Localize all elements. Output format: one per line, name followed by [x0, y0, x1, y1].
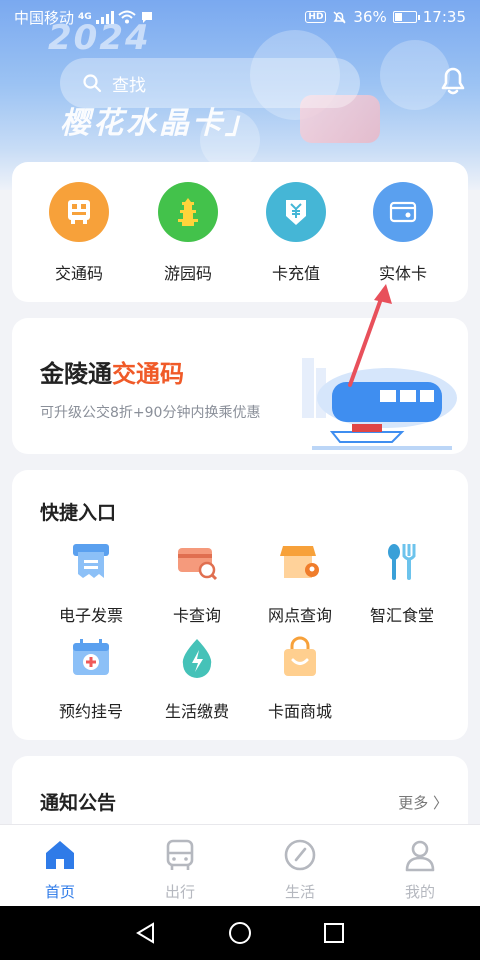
- shortcut-label: 卡查询: [172, 606, 221, 625]
- chat-icon: [141, 12, 152, 23]
- shortcut-card-mall[interactable]: 卡面商城: [245, 636, 355, 722]
- shortcut-label: 智汇食堂: [369, 606, 434, 625]
- quick-action-physical-card[interactable]: 实体卡: [353, 182, 453, 284]
- tab-life[interactable]: 生活: [240, 825, 360, 906]
- profile-icon: [405, 840, 435, 872]
- tab-home[interactable]: 首页: [0, 825, 120, 906]
- shortcut-label: 卡面商城: [267, 702, 332, 721]
- tab-label: 出行: [164, 883, 195, 901]
- home-circle-icon[interactable]: [228, 921, 252, 945]
- transit-code-promo-card[interactable]: 金陵通交通码 可升级公交8折+90分钟内换乘优惠: [12, 318, 468, 454]
- search-placeholder: 查找: [112, 75, 146, 96]
- physical-card-icon: [373, 182, 433, 242]
- signal-icon: [95, 10, 114, 24]
- dining-icon: [388, 544, 416, 580]
- compass-icon: [284, 839, 316, 871]
- clock: 17:35: [422, 8, 466, 26]
- shortcut-card: 快捷入口 电子发票 卡查询 网点查询 智汇食堂 预约挂号 生活缴费 卡面商城: [12, 470, 468, 740]
- shortcut-label: 生活缴费: [164, 702, 229, 721]
- quick-action-label: 交通码: [54, 264, 103, 283]
- bottom-tab-bar: 首页 出行 生活 我的: [0, 824, 480, 906]
- promo-title-prefix: 金陵通: [40, 360, 112, 388]
- mute-bell-icon: [333, 10, 346, 24]
- shortcut-e-invoice[interactable]: 电子发票: [36, 540, 146, 626]
- notice-title: 通知公告: [40, 792, 117, 814]
- shortcut-hospital-appointment[interactable]: 预约挂号: [36, 636, 146, 722]
- shopping-bag-icon: [284, 636, 316, 676]
- shortcut-label: 预约挂号: [58, 702, 123, 721]
- more-link[interactable]: 更多 〉: [398, 792, 448, 813]
- recents-icon[interactable]: [323, 922, 345, 944]
- promo-subtitle: 可升级公交8折+90分钟内换乘优惠: [40, 405, 261, 421]
- store-location-icon: [280, 546, 319, 578]
- promo-title: 金陵通交通码: [40, 354, 184, 389]
- status-bar: 中国移动 4G HD 36% 17:35: [0, 0, 480, 34]
- tab-label: 生活: [284, 883, 315, 901]
- shortcut-utility-payment[interactable]: 生活缴费: [142, 636, 252, 722]
- tab-travel[interactable]: 出行: [120, 825, 240, 906]
- quick-action-label: 实体卡: [378, 264, 427, 283]
- bus-ferry-illustration: [302, 358, 457, 450]
- card-search-icon: [178, 548, 218, 581]
- bus-qr-icon: [49, 182, 109, 242]
- utility-bill-icon: [182, 639, 212, 678]
- shortcut-label: 电子发票: [58, 606, 123, 625]
- network-type: 4G: [78, 12, 92, 22]
- tab-label: 我的: [404, 883, 435, 901]
- bus-icon: [166, 839, 194, 870]
- quick-action-label: 游园码: [163, 264, 212, 283]
- promo-title-highlight: 交通码: [112, 360, 184, 388]
- quick-actions-card: 交通码 游园码 卡充值 实体卡: [12, 162, 468, 302]
- shortcut-smart-canteen[interactable]: 智汇食堂: [347, 540, 457, 626]
- notification-bell-icon[interactable]: [436, 62, 470, 98]
- quick-action-transit-code[interactable]: 交通码: [29, 182, 129, 284]
- yen-recharge-icon: [266, 182, 326, 242]
- pagoda-icon: [158, 182, 218, 242]
- tab-profile[interactable]: 我的: [360, 825, 480, 906]
- back-icon[interactable]: [135, 922, 157, 944]
- battery-icon: [392, 11, 420, 23]
- invoice-icon: [73, 544, 109, 578]
- shortcut-card-query[interactable]: 卡查询: [142, 540, 252, 626]
- battery-percent: 36%: [353, 8, 387, 26]
- search-icon: [83, 74, 102, 93]
- quick-action-label: 卡充值: [271, 264, 320, 283]
- shortcut-label: 网点查询: [267, 606, 332, 625]
- quick-action-card-recharge[interactable]: 卡充值: [246, 182, 346, 284]
- quick-action-park-code[interactable]: 游园码: [138, 182, 238, 284]
- home-icon: [46, 841, 74, 869]
- wifi-icon: [118, 10, 136, 24]
- carrier-label: 中国移动: [14, 8, 75, 27]
- search-bar[interactable]: 查找: [60, 58, 360, 108]
- medical-appointment-icon: [73, 639, 109, 675]
- shortcut-outlet-query[interactable]: 网点查询: [245, 540, 355, 626]
- shortcut-title: 快捷入口: [40, 502, 117, 524]
- system-nav-bar: [0, 906, 480, 960]
- tab-label: 首页: [44, 883, 75, 901]
- hd-icon: HD: [305, 11, 327, 23]
